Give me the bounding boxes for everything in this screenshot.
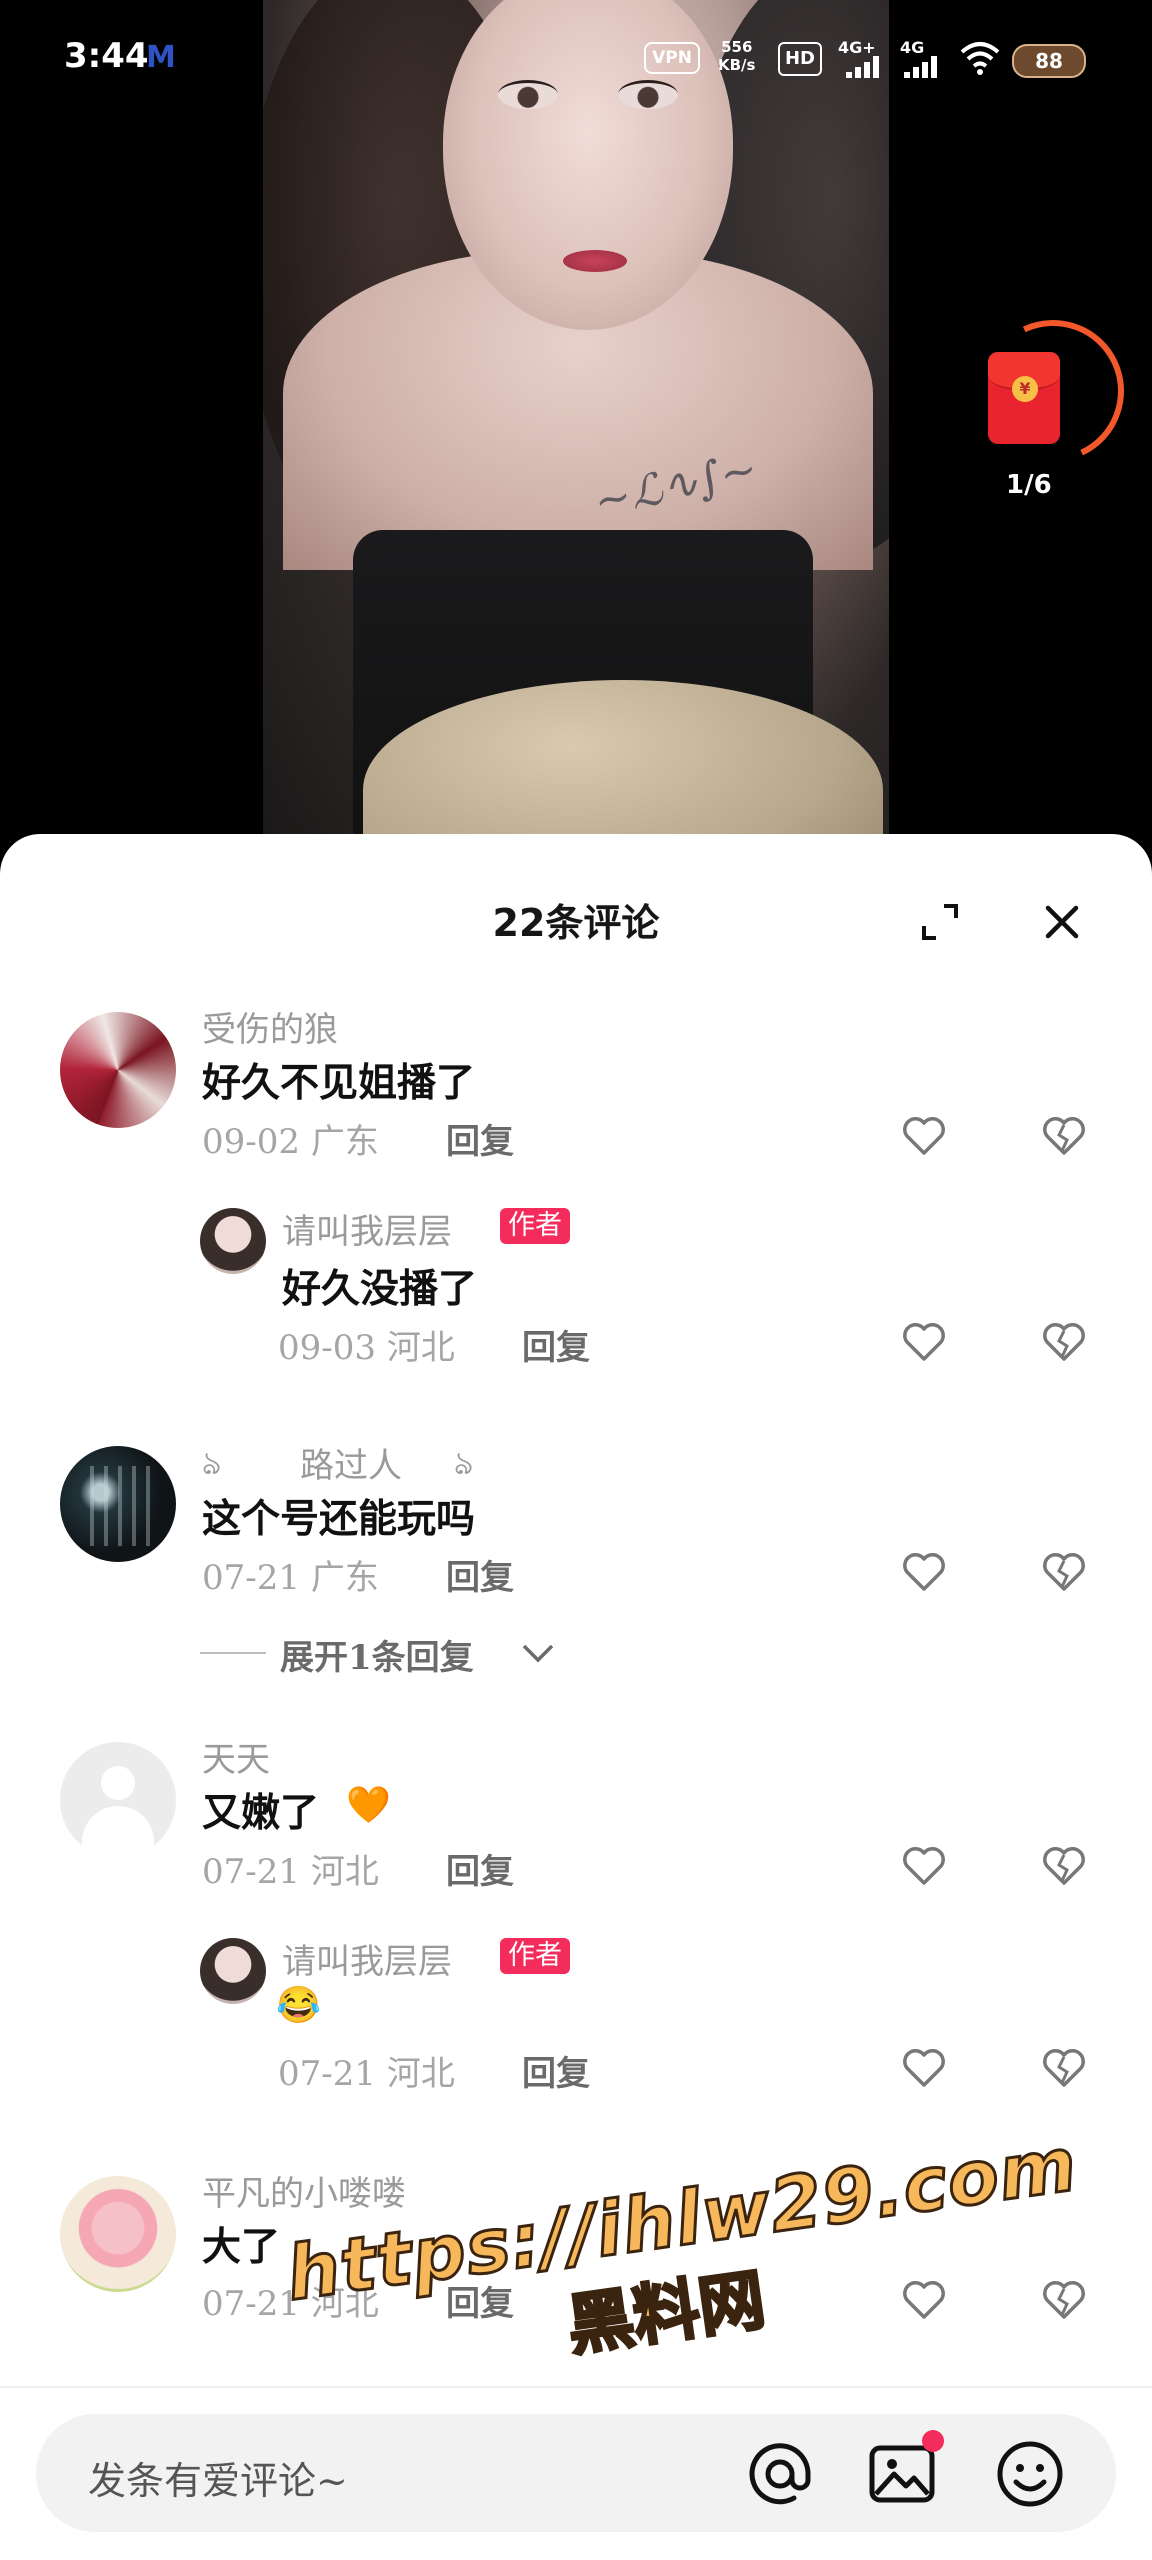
status-time: 3:44 (64, 36, 149, 76)
broken-heart-dislike-icon[interactable] (1042, 1846, 1086, 1886)
username-decoration-left: ঌ (202, 1444, 222, 1482)
comment-username[interactable]: 路过人 (300, 1438, 402, 1487)
expand-replies-button[interactable]: 展开1条回复 (280, 1630, 474, 1679)
close-icon[interactable] (1042, 902, 1082, 942)
broken-heart-dislike-icon[interactable] (1042, 2280, 1086, 2320)
heart-like-icon[interactable] (902, 1552, 946, 1592)
reply-button[interactable]: 回复 (522, 2046, 590, 2095)
expand-icon[interactable] (920, 902, 960, 942)
red-envelope-button[interactable]: ¥ (961, 299, 1145, 483)
comment-date-location: 07-21 河北 (202, 1852, 379, 1892)
vpn-icon: VPN (644, 42, 700, 74)
image-notification-dot (922, 2430, 944, 2452)
yuan-coin-icon: ¥ (1012, 376, 1038, 402)
avatar[interactable] (60, 1012, 176, 1128)
input-divider (0, 2386, 1152, 2388)
hd-icon: HD (778, 42, 822, 76)
network-speed-unit: KB/s (718, 56, 756, 74)
author-badge: 作者 (500, 1208, 570, 1244)
comment-date-location: 07-21 河北 (278, 2054, 455, 2094)
comment-input-bar[interactable]: 发条有爱评论~ (36, 2414, 1116, 2532)
signal-bars-1-icon (846, 56, 886, 78)
video-player[interactable]: ~ℒ∿∫~ (0, 0, 1152, 840)
at-mention-icon[interactable] (744, 2438, 816, 2510)
heart-like-icon[interactable] (902, 2048, 946, 2088)
comment-text: 又嫩了 (202, 1790, 320, 1836)
avatar[interactable] (60, 1446, 176, 1562)
broken-heart-dislike-icon[interactable] (1042, 2048, 1086, 2088)
broken-heart-dislike-icon[interactable] (1042, 1552, 1086, 1592)
broken-heart-dislike-icon[interactable] (1042, 1322, 1086, 1362)
comment-username[interactable]: 请叫我层层 (282, 1204, 452, 1253)
signal-label-2: 4G (900, 38, 925, 57)
avatar-body-shape (82, 1806, 154, 1858)
app-m-icon: M (146, 40, 176, 75)
network-speed-value: 556 (721, 38, 753, 56)
comment-text: 这个号还能玩吗 (202, 1496, 476, 1542)
broken-heart-dislike-icon[interactable] (1042, 1116, 1086, 1156)
author-badge: 作者 (500, 1938, 570, 1974)
wifi-icon (960, 42, 1000, 75)
author-avatar[interactable] (200, 1208, 266, 1274)
comment-date-location: 09-02 广东 (202, 1122, 379, 1162)
reply-button[interactable]: 回复 (446, 1844, 514, 1893)
orange-heart-emoji: 🧡 (346, 1784, 391, 1826)
video-lips (563, 250, 627, 272)
status-bar: 3:44 M VPN 556 KB/s HD 4G+ 4G 88 (0, 0, 1152, 120)
heart-like-icon[interactable] (902, 1116, 946, 1156)
heart-like-icon[interactable] (902, 1322, 946, 1362)
network-speed: 556 KB/s (718, 38, 755, 74)
reply-button[interactable]: 回复 (446, 1550, 514, 1599)
emoji-icon[interactable] (994, 2438, 1066, 2510)
username-decoration-right: ঌ (454, 1444, 474, 1482)
red-envelope-count: 1/6 (1006, 470, 1052, 500)
avatar[interactable] (60, 2176, 176, 2292)
expand-replies-divider (200, 1652, 266, 1654)
laughing-emoji: 😂 (276, 1984, 321, 2026)
author-avatar[interactable] (200, 1938, 266, 2004)
comment-username[interactable]: 天天 (202, 1732, 270, 1781)
comment-sheet-title: 22条评论 (492, 901, 660, 945)
comment-text: 好久不见姐播了 (202, 1060, 476, 1106)
signal-bars-2-icon (904, 56, 944, 78)
comment-text: 大了 (202, 2224, 281, 2270)
comment-date-location: 09-03 河北 (278, 1328, 455, 1368)
comment-date-location: 07-21 广东 (202, 1558, 379, 1598)
comment-username[interactable]: 受伤的狼 (202, 1002, 338, 1051)
reply-button[interactable]: 回复 (522, 1320, 590, 1369)
default-avatar[interactable] (60, 1742, 176, 1858)
comment-text: 好久没播了 (282, 1266, 478, 1312)
battery-icon: 88 (1012, 44, 1086, 78)
comment-username[interactable]: 平凡的小喽喽 (202, 2166, 406, 2215)
comment-input-placeholder[interactable]: 发条有爱评论~ (88, 2450, 348, 2505)
heart-like-icon[interactable] (902, 1846, 946, 1886)
comment-username[interactable]: 请叫我层层 (282, 1934, 452, 1983)
signal-label-1: 4G+ (838, 38, 876, 57)
video-frame[interactable]: ~ℒ∿∫~ (263, 0, 889, 840)
avatar-head-shape (101, 1766, 135, 1800)
chevron-down-icon[interactable] (520, 1642, 556, 1664)
reply-button[interactable]: 回复 (446, 1114, 514, 1163)
